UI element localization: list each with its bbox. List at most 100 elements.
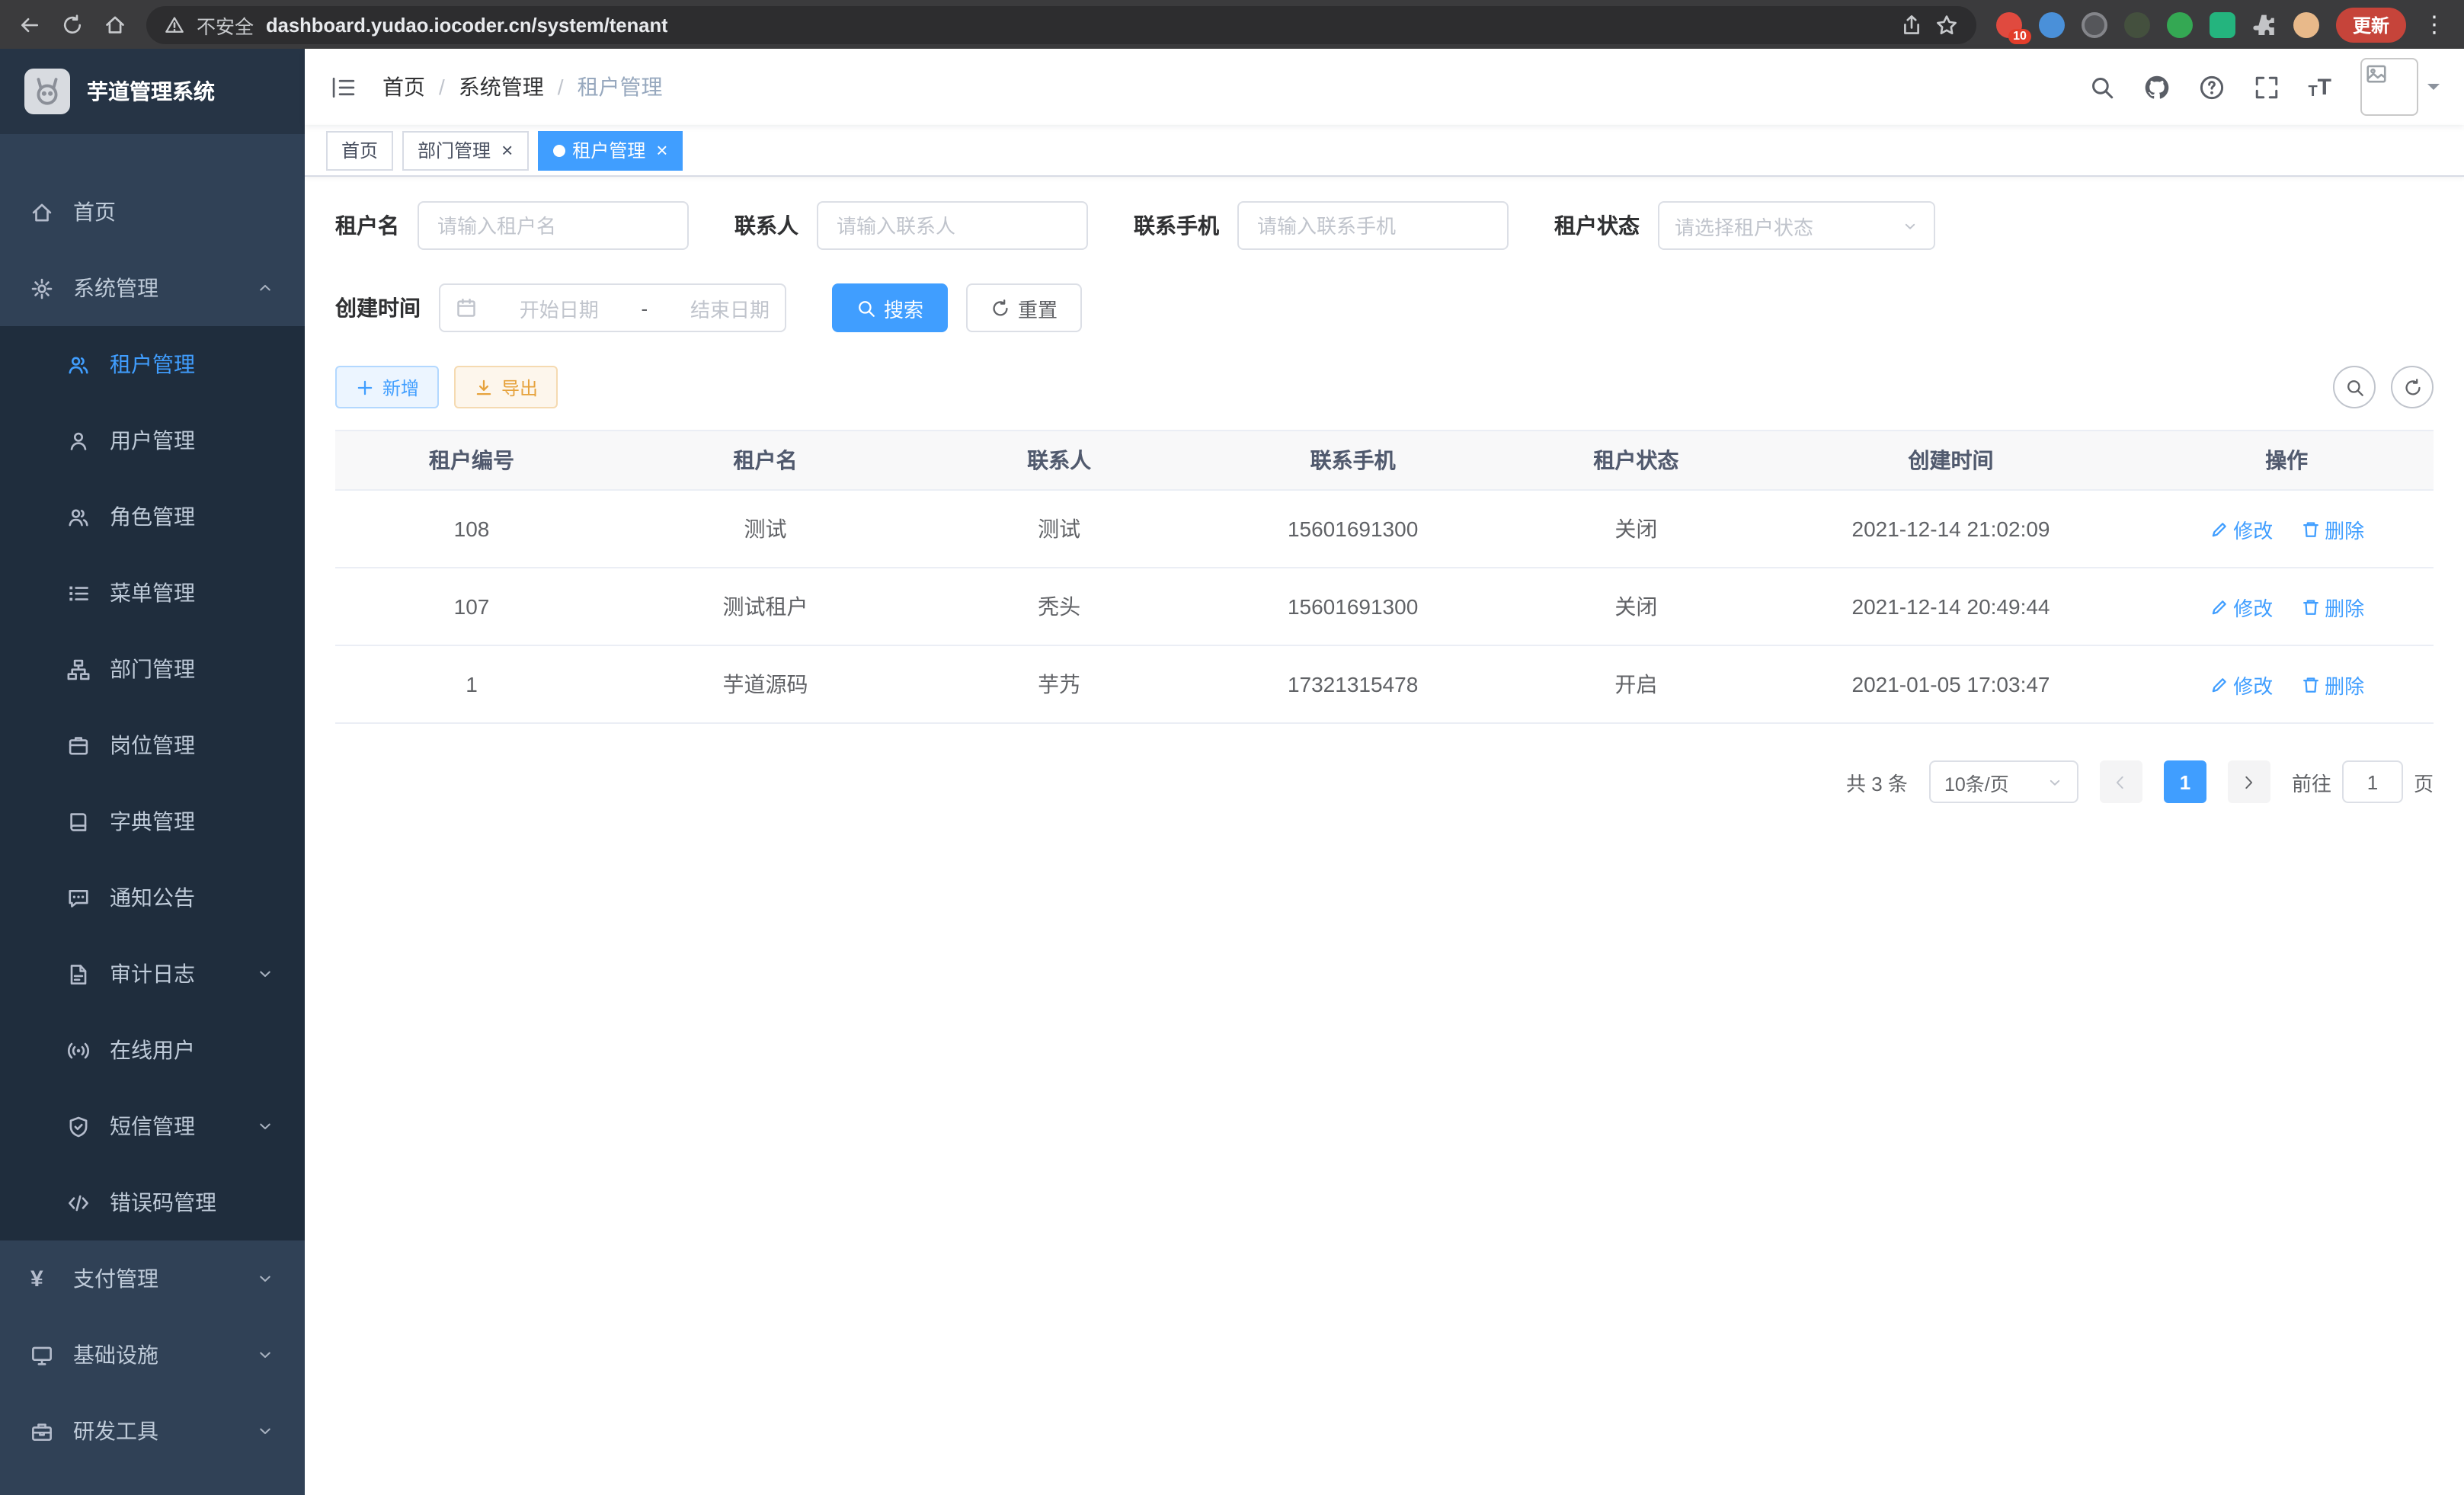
extension-icon-4[interactable] [2124,11,2150,37]
sidebar-item-error-code[interactable]: 错误码管理 [0,1164,305,1240]
header-status: 租户状态 [1510,431,1762,490]
sidebar-item-tenant[interactable]: 租户管理 [0,326,305,402]
edit-button[interactable]: 修改 [2209,514,2273,543]
bookmark-star-icon[interactable] [1935,13,1958,36]
export-button[interactable]: 导出 [454,366,558,408]
extension-badge: 10 [2008,28,2031,43]
contact-input[interactable] [817,201,1088,250]
menu-kebab-icon[interactable]: ⋮ [2423,11,2446,38]
extensions-puzzle-icon[interactable] [2252,12,2277,37]
chat-bubble-icon [67,886,91,909]
pencil-icon [2209,674,2229,694]
sidebar-collapse-icon[interactable] [329,72,358,101]
goto-page-input[interactable] [2342,760,2403,803]
yen-icon: ¥ [30,1267,55,1290]
page-size-select[interactable]: 10条/页 [1929,760,2078,803]
table-row: 107 测试租户 秃头 15601691300 关闭 2021-12-14 20… [335,568,2434,645]
extension-icon-2[interactable] [2039,11,2065,37]
sidebar-item-system[interactable]: 系统管理 [0,250,305,326]
status-text: 开启 [1510,645,1762,723]
table-row: 108 测试 测试 15601691300 关闭 2021-12-14 21:0… [335,490,2434,568]
sidebar-item-label: 通知公告 [110,882,195,913]
close-icon[interactable]: × [501,140,513,160]
gear-icon [30,277,55,299]
prev-page-button[interactable] [2100,760,2142,803]
add-button[interactable]: 新增 [335,366,439,408]
org-tree-icon [67,658,91,680]
tab-tenant[interactable]: 租户管理 × [537,130,683,170]
contact-label: 联系人 [734,210,798,241]
tenant-people-icon [67,353,91,376]
sidebar-item-dev-tools[interactable]: 研发工具 [0,1393,305,1469]
user-avatar[interactable] [2360,58,2440,116]
app-logo[interactable]: 芋道管理系统 [0,49,305,134]
trash-icon [2300,674,2320,694]
status-select[interactable]: 请选择租户状态 [1658,201,1935,250]
header-created: 创建时间 [1762,431,2140,490]
search-button[interactable]: 搜索 [832,283,948,332]
extension-icon-5[interactable] [2167,11,2193,37]
sidebar-item-sms[interactable]: 短信管理 [0,1088,305,1164]
sidebar-item-notice[interactable]: 通知公告 [0,860,305,936]
tenant-name-input[interactable] [418,201,689,250]
sidebar-item-online-users[interactable]: 在线用户 [0,1012,305,1088]
sidebar-item-menu[interactable]: 菜单管理 [0,555,305,631]
trash-icon [2300,597,2320,616]
create-time-range-picker[interactable]: 开始日期 - 结束日期 [439,283,786,332]
sidebar-item-payment[interactable]: ¥ 支付管理 [0,1240,305,1317]
sidebar-item-audit-log[interactable]: 审计日志 [0,936,305,1012]
sidebar: 芋道管理系统 首页 系统管理 [0,49,305,1495]
fullscreen-icon[interactable] [2253,74,2279,100]
share-icon[interactable] [1900,13,1923,36]
reset-button[interactable]: 重置 [966,283,1082,332]
extension-icon-3[interactable] [2082,11,2107,37]
trash-icon [2300,519,2320,539]
sidebar-item-role[interactable]: 角色管理 [0,479,305,555]
profile-avatar-icon[interactable] [2293,11,2319,37]
mobile-input[interactable] [1237,201,1509,250]
download-icon [474,377,494,397]
refresh-page-icon[interactable] [61,13,84,36]
search-icon[interactable] [2088,74,2114,100]
extension-icon-6[interactable] [2210,11,2235,37]
toggle-search-button[interactable] [2333,366,2376,408]
github-icon[interactable] [2143,74,2169,100]
breadcrumb-system[interactable]: 系统管理 [459,72,544,102]
edit-button[interactable]: 修改 [2209,592,2273,621]
address-bar[interactable]: 不安全 dashboard.yudao.iocoder.cn/system/te… [146,5,1976,43]
edit-button[interactable]: 修改 [2209,670,2273,699]
sidebar-item-dict[interactable]: 字典管理 [0,783,305,860]
font-size-icon[interactable]: TT [2308,74,2331,100]
security-warning-icon[interactable] [165,14,184,34]
tab-dept[interactable]: 部门管理 × [402,130,528,170]
sidebar-item-post[interactable]: 岗位管理 [0,707,305,783]
delete-button[interactable]: 删除 [2300,670,2364,699]
refresh-table-button[interactable] [2391,366,2434,408]
next-page-button[interactable] [2228,760,2270,803]
sidebar-item-label: 菜单管理 [110,578,195,608]
help-icon[interactable] [2198,74,2224,100]
sidebar-item-label: 系统管理 [73,273,158,303]
page-number-1[interactable]: 1 [2164,760,2206,803]
back-icon[interactable] [18,13,41,36]
extension-icon-1[interactable]: 10 [1996,11,2022,37]
search-icon [2344,377,2364,397]
home-icon [30,200,55,223]
url-text: dashboard.yudao.iocoder.cn/system/tenant [266,13,668,36]
create-time-label: 创建时间 [335,293,421,323]
sidebar-item-home[interactable]: 首页 [0,174,305,250]
browser-home-icon[interactable] [104,13,126,36]
security-label: 不安全 [197,10,254,39]
sidebar-item-infrastructure[interactable]: 基础设施 [0,1317,305,1393]
sidebar-item-label: 短信管理 [110,1111,195,1141]
shield-icon [67,1115,91,1138]
sidebar-item-user[interactable]: 用户管理 [0,402,305,479]
update-button[interactable]: 更新 [2336,7,2406,42]
delete-button[interactable]: 删除 [2300,592,2364,621]
tab-home[interactable]: 首页 [326,130,393,170]
code-icon [67,1191,91,1214]
close-icon[interactable]: × [656,140,667,160]
delete-button[interactable]: 删除 [2300,514,2364,543]
sidebar-item-dept[interactable]: 部门管理 [0,631,305,707]
breadcrumb-home[interactable]: 首页 [382,72,425,102]
